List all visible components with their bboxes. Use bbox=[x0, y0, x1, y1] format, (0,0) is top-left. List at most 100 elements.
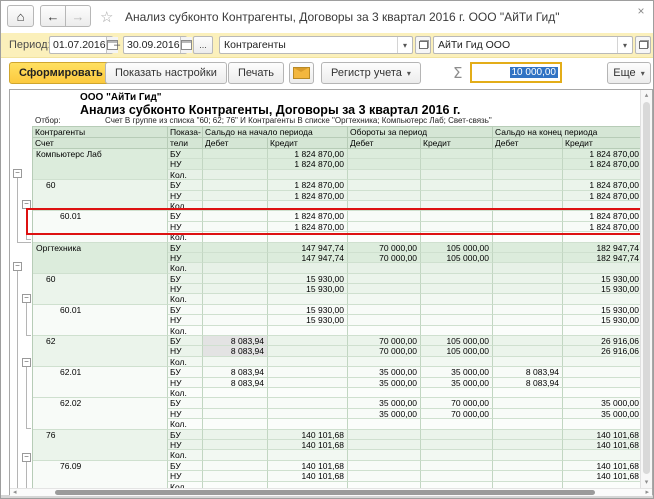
collapse-group-button[interactable]: − bbox=[22, 294, 31, 303]
sum-value[interactable]: 10 000,00 bbox=[510, 67, 559, 78]
date-from-value[interactable]: 01.07.2016 bbox=[50, 39, 106, 51]
value-cell[interactable] bbox=[268, 398, 348, 408]
value-cell[interactable] bbox=[203, 232, 268, 242]
value-cell[interactable]: 1 824 870,00 bbox=[563, 159, 643, 169]
value-cell[interactable] bbox=[493, 284, 563, 294]
value-cell[interactable] bbox=[203, 419, 268, 429]
entity-name-cell[interactable]: 60.01 bbox=[33, 305, 168, 336]
indicator-cell[interactable]: БУ bbox=[168, 305, 203, 315]
collapse-group-button[interactable]: − bbox=[22, 358, 31, 367]
value-cell[interactable]: 8 083,94 bbox=[203, 336, 268, 346]
value-cell[interactable] bbox=[563, 419, 643, 429]
value-cell[interactable]: 140 101,68 bbox=[268, 471, 348, 481]
header-saldo-begin[interactable]: Сальдо на начало периода bbox=[203, 127, 348, 138]
table-row[interactable]: НУ15 930,0015 930,00 bbox=[168, 315, 643, 325]
value-cell[interactable]: 15 930,00 bbox=[563, 305, 643, 315]
value-cell[interactable] bbox=[203, 170, 268, 180]
value-cell[interactable] bbox=[493, 409, 563, 419]
value-cell[interactable] bbox=[203, 191, 268, 201]
value-cell[interactable] bbox=[348, 180, 421, 190]
table-row[interactable]: БУ140 101,68140 101,68 bbox=[168, 430, 643, 440]
value-cell[interactable] bbox=[203, 274, 268, 284]
value-cell[interactable] bbox=[493, 430, 563, 440]
entity-name-cell[interactable]: Оргтехника bbox=[33, 243, 168, 274]
table-row[interactable]: Кол. bbox=[168, 357, 643, 367]
table-row[interactable]: НУ1 824 870,001 824 870,00 bbox=[168, 159, 643, 169]
value-cell[interactable] bbox=[421, 430, 493, 440]
value-cell[interactable] bbox=[421, 149, 493, 159]
table-row[interactable]: БУ1 824 870,001 824 870,00 bbox=[168, 149, 643, 159]
generate-button[interactable]: Сформировать bbox=[9, 62, 113, 84]
subconto-choose-button[interactable] bbox=[415, 36, 431, 54]
value-cell[interactable] bbox=[493, 232, 563, 242]
indicator-cell[interactable]: Кол. bbox=[168, 357, 203, 367]
value-cell[interactable]: 8 083,94 bbox=[203, 346, 268, 356]
value-cell[interactable]: 8 083,94 bbox=[203, 378, 268, 388]
value-cell[interactable] bbox=[268, 450, 348, 460]
value-cell[interactable]: 15 930,00 bbox=[268, 305, 348, 315]
header-saldo-end[interactable]: Сальдо на конец периода bbox=[493, 127, 643, 138]
value-cell[interactable]: 70 000,00 bbox=[348, 253, 421, 263]
entity-name-cell[interactable]: 76 bbox=[33, 430, 168, 461]
value-cell[interactable]: 140 101,68 bbox=[563, 471, 643, 481]
value-cell[interactable]: 1 824 870,00 bbox=[563, 180, 643, 190]
value-cell[interactable]: 140 101,68 bbox=[563, 430, 643, 440]
indicator-cell[interactable]: НУ bbox=[168, 315, 203, 325]
collapse-group-button[interactable]: − bbox=[13, 262, 22, 271]
value-cell[interactable] bbox=[268, 294, 348, 304]
value-cell[interactable]: 1 824 870,00 bbox=[268, 149, 348, 159]
value-cell[interactable] bbox=[421, 440, 493, 450]
value-cell[interactable]: 8 083,94 bbox=[493, 378, 563, 388]
value-cell[interactable] bbox=[421, 274, 493, 284]
value-cell[interactable] bbox=[348, 274, 421, 284]
value-cell[interactable]: 8 083,94 bbox=[493, 367, 563, 377]
table-row[interactable]: Кол. bbox=[168, 419, 643, 429]
value-cell[interactable] bbox=[348, 263, 421, 273]
value-cell[interactable] bbox=[348, 149, 421, 159]
value-cell[interactable] bbox=[563, 450, 643, 460]
collapse-group-button[interactable]: − bbox=[13, 169, 22, 178]
indicator-cell[interactable]: Кол. bbox=[168, 450, 203, 460]
value-cell[interactable]: 182 947,74 bbox=[563, 243, 643, 253]
indicator-cell[interactable]: БУ bbox=[168, 336, 203, 346]
value-cell[interactable] bbox=[203, 284, 268, 294]
value-cell[interactable]: 70 000,00 bbox=[421, 409, 493, 419]
value-cell[interactable] bbox=[421, 450, 493, 460]
value-cell[interactable] bbox=[493, 274, 563, 284]
indicator-cell[interactable]: Кол. bbox=[168, 294, 203, 304]
value-cell[interactable] bbox=[493, 388, 563, 398]
header-credit[interactable]: Кредит bbox=[421, 138, 493, 149]
table-row[interactable]: БУ8 083,9435 000,0035 000,008 083,94 bbox=[168, 367, 643, 377]
value-cell[interactable] bbox=[203, 388, 268, 398]
value-cell[interactable] bbox=[203, 149, 268, 159]
value-cell[interactable] bbox=[268, 201, 348, 211]
indicator-cell[interactable]: БУ bbox=[168, 274, 203, 284]
value-cell[interactable] bbox=[421, 191, 493, 201]
value-cell[interactable]: 15 930,00 bbox=[563, 284, 643, 294]
value-cell[interactable] bbox=[493, 471, 563, 481]
value-cell[interactable] bbox=[493, 450, 563, 460]
value-cell[interactable] bbox=[421, 211, 493, 221]
value-cell[interactable] bbox=[268, 170, 348, 180]
value-cell[interactable] bbox=[421, 180, 493, 190]
value-cell[interactable]: 1 824 870,00 bbox=[268, 222, 348, 232]
indicator-cell[interactable]: БУ bbox=[168, 149, 203, 159]
table-row[interactable]: БУ1 824 870,001 824 870,00 bbox=[168, 180, 643, 190]
indicator-cell[interactable]: НУ bbox=[168, 440, 203, 450]
header-debit[interactable]: Дебет bbox=[493, 138, 563, 149]
value-cell[interactable] bbox=[493, 263, 563, 273]
indicator-cell[interactable]: БУ bbox=[168, 398, 203, 408]
value-cell[interactable] bbox=[421, 294, 493, 304]
value-cell[interactable]: 15 930,00 bbox=[268, 315, 348, 325]
value-cell[interactable] bbox=[348, 388, 421, 398]
indicator-cell[interactable]: БУ bbox=[168, 243, 203, 253]
value-cell[interactable] bbox=[348, 211, 421, 221]
value-cell[interactable] bbox=[348, 191, 421, 201]
value-cell[interactable] bbox=[268, 336, 348, 346]
value-cell[interactable] bbox=[493, 315, 563, 325]
value-cell[interactable] bbox=[493, 201, 563, 211]
indicator-cell[interactable]: Кол. bbox=[168, 388, 203, 398]
value-cell[interactable]: 35 000,00 bbox=[348, 367, 421, 377]
value-cell[interactable] bbox=[268, 378, 348, 388]
indicator-cell[interactable]: Кол. bbox=[168, 263, 203, 273]
